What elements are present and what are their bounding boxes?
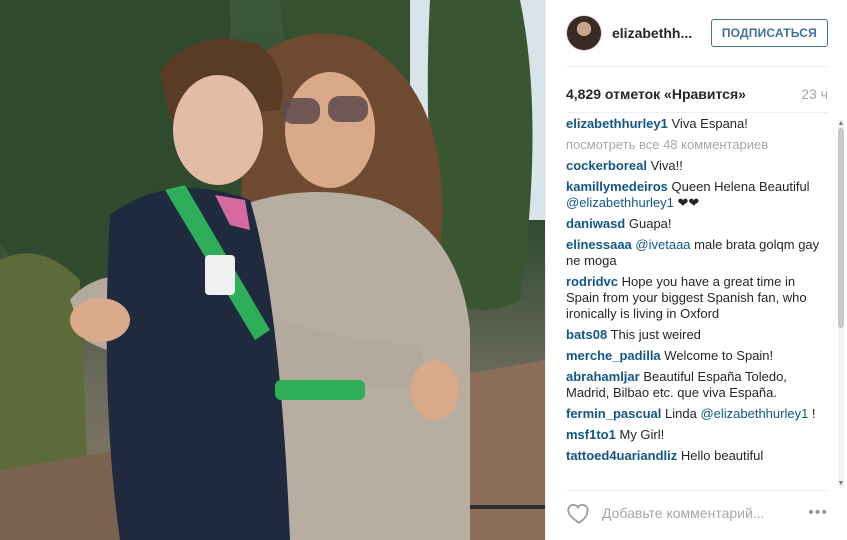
comment-item: merche_padilla Welcome to Spain! bbox=[566, 348, 822, 364]
comment-input[interactable] bbox=[602, 505, 798, 521]
comment-author[interactable]: msf1to1 bbox=[566, 427, 616, 442]
comment-text-after: ❤❤ bbox=[673, 195, 700, 210]
comment-author[interactable]: bats08 bbox=[566, 327, 607, 342]
caption-text: Viva Espana! bbox=[671, 116, 748, 131]
comment-author[interactable]: abrahamljar bbox=[566, 369, 640, 384]
post-details-panel: elizabethh... ПОДПИСАТЬСЯ 4,829 отметок … bbox=[545, 0, 847, 540]
comment-author[interactable]: elinessaaa bbox=[566, 237, 632, 252]
stats-divider bbox=[566, 112, 828, 113]
scroll-thumb[interactable] bbox=[838, 128, 844, 328]
comment-author[interactable]: rodridvc bbox=[566, 274, 618, 289]
comment-author[interactable]: daniwasd bbox=[566, 216, 625, 231]
comment-text: My Girl! bbox=[619, 427, 665, 442]
comment-author[interactable]: kamillymedeiros bbox=[566, 179, 668, 194]
comment-text: Hello beautiful bbox=[680, 448, 764, 463]
comment-text-after: ! bbox=[808, 406, 816, 421]
post-header: elizabethh... ПОДПИСАТЬСЯ bbox=[546, 0, 847, 66]
avatar[interactable] bbox=[566, 15, 602, 51]
comment-author[interactable]: tattoed4uariandliz bbox=[566, 448, 677, 463]
comment-footer: ••• bbox=[566, 493, 828, 533]
comment-item: kamillymedeiros Queen Helena Beautiful @… bbox=[566, 179, 822, 211]
comment-item: rodridvc Hope you have a great time in S… bbox=[566, 274, 822, 322]
comments-list: elizabethhurley1 Viva Espana! посмотреть… bbox=[566, 116, 822, 484]
comment-text: Linda bbox=[665, 406, 697, 421]
comment-mention[interactable]: @elizabethhurley1 bbox=[700, 406, 808, 421]
comment-author[interactable]: fermin_pascual bbox=[566, 406, 661, 421]
comments-scrollbar[interactable]: ▲ ▼ bbox=[838, 120, 844, 488]
header-divider bbox=[566, 66, 828, 67]
follow-button[interactable]: ПОДПИСАТЬСЯ bbox=[710, 19, 828, 47]
comment-text: Welcome to Spain! bbox=[664, 348, 774, 363]
post-timestamp[interactable]: 23 ч bbox=[801, 86, 828, 102]
comment-item: tattoed4uariandliz Hello beautiful bbox=[566, 448, 822, 464]
caption-author[interactable]: elizabethhurley1 bbox=[566, 116, 668, 131]
comment-item: bats08 This just weired bbox=[566, 327, 822, 343]
comment-item: fermin_pascual Linda @elizabethhurley1 ! bbox=[566, 406, 822, 422]
footer-divider bbox=[566, 490, 828, 491]
caption: elizabethhurley1 Viva Espana! bbox=[566, 116, 822, 132]
comment-text: Viva!! bbox=[650, 158, 683, 173]
comment-author[interactable]: merche_padilla bbox=[566, 348, 661, 363]
likes-count[interactable]: 4,829 отметок «Нравится» bbox=[566, 86, 746, 102]
more-options-icon[interactable]: ••• bbox=[808, 504, 828, 522]
comment-text: This just weired bbox=[610, 327, 701, 342]
comment-text: Guapa! bbox=[628, 216, 672, 231]
post-photo[interactable] bbox=[0, 0, 545, 540]
comment-mention[interactable]: @elizabethhurley1 bbox=[566, 195, 674, 210]
post-stats: 4,829 отметок «Нравится» 23 ч bbox=[566, 84, 828, 104]
comment-item: cockerboreal Viva!! bbox=[566, 158, 822, 174]
scroll-down-arrow-icon[interactable]: ▼ bbox=[837, 480, 845, 488]
comment-author[interactable]: cockerboreal bbox=[566, 158, 647, 173]
heart-outline-icon[interactable] bbox=[566, 500, 592, 526]
scroll-up-arrow-icon[interactable]: ▲ bbox=[837, 120, 845, 128]
comment-item: msf1to1 My Girl! bbox=[566, 427, 822, 443]
comment-item: daniwasd Guapa! bbox=[566, 216, 822, 232]
comment-item: elinessaaa @ivetaaa male brata golqm gay… bbox=[566, 237, 822, 269]
view-all-comments-link[interactable]: посмотреть все 48 комментариев bbox=[566, 137, 822, 153]
comment-text: Queen Helena Beautiful bbox=[671, 179, 810, 194]
author-username[interactable]: elizabethh... bbox=[612, 25, 702, 41]
photo-illustration bbox=[0, 0, 545, 540]
comment-item: abrahamljar Beautiful España Toledo, Mad… bbox=[566, 369, 822, 401]
comment-mention[interactable]: @ivetaaa bbox=[635, 237, 690, 252]
